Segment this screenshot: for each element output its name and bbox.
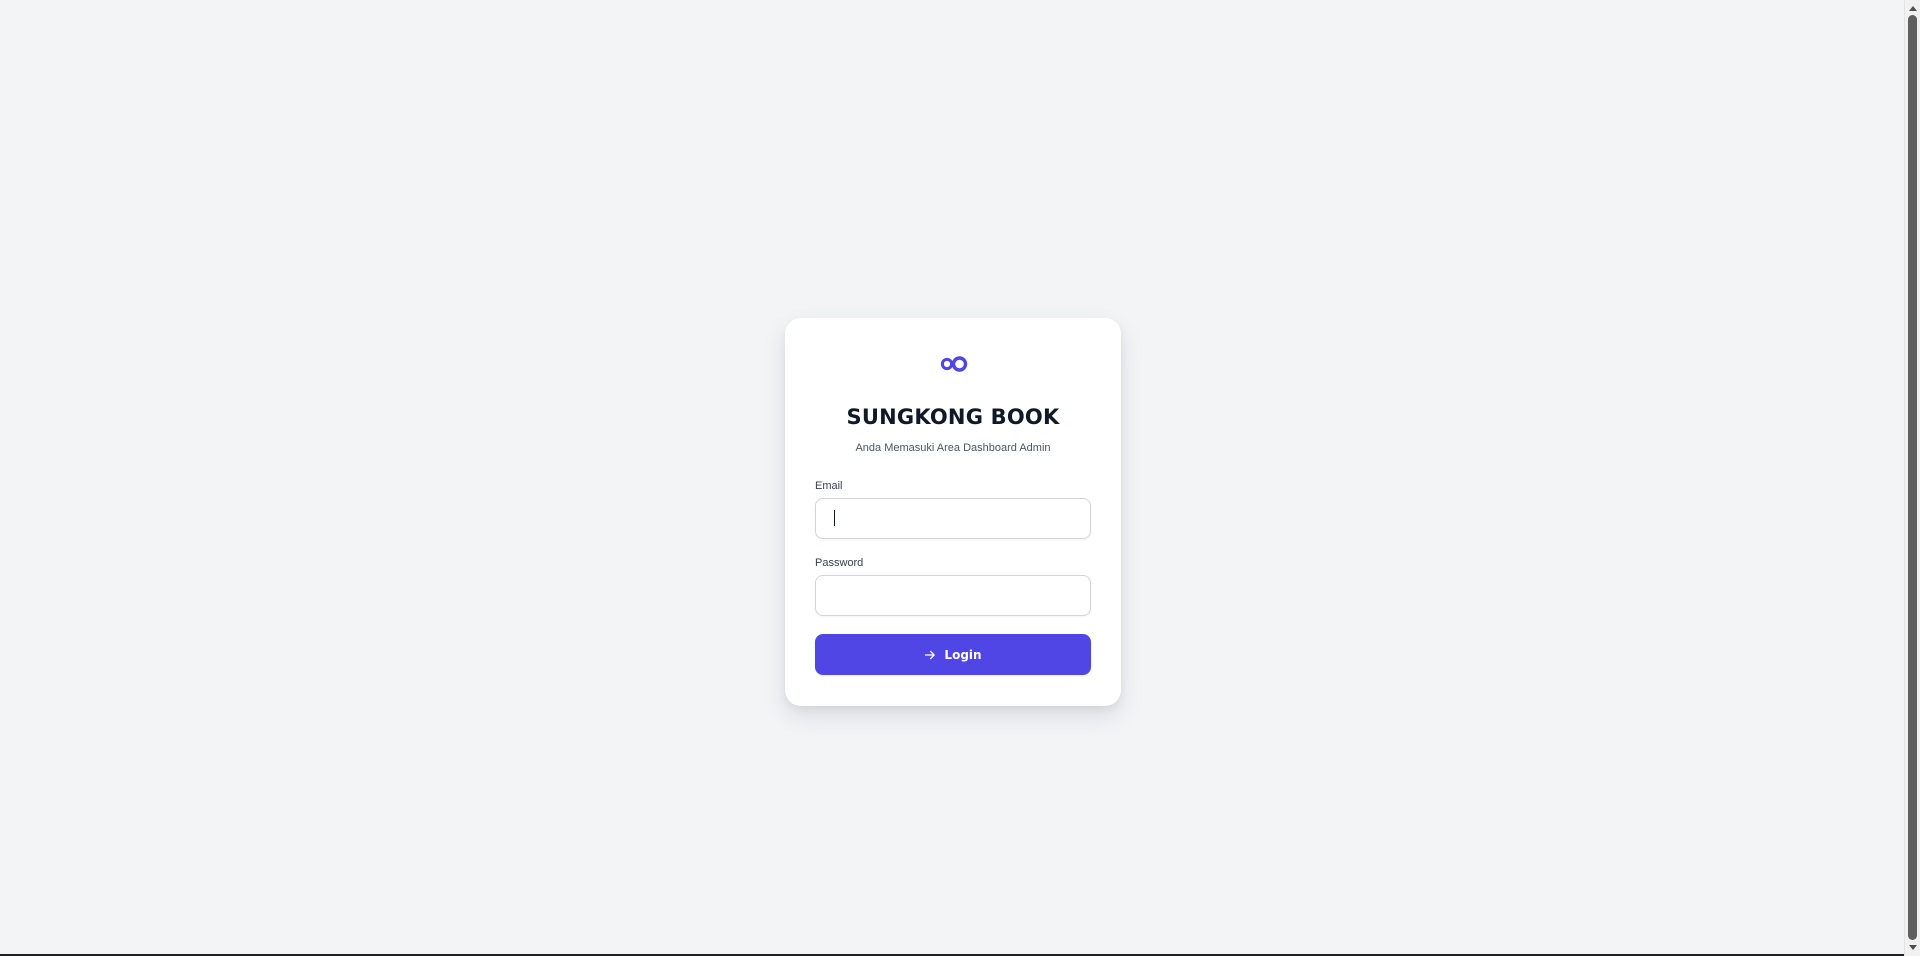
email-field[interactable]	[815, 498, 1091, 539]
infinity-rings-icon	[940, 356, 968, 372]
app-subtitle: Anda Memasuki Area Dashboard Admin	[855, 442, 1051, 454]
password-label: Password	[815, 557, 864, 569]
password-field[interactable]	[815, 575, 1091, 616]
page-background: SUNGKONG BOOK Anda Memasuki Area Dashboa…	[0, 0, 1904, 954]
scroll-up-arrow-icon[interactable]	[1905, 1, 1920, 15]
login-card: SUNGKONG BOOK Anda Memasuki Area Dashboa…	[785, 318, 1121, 706]
app-title: SUNGKONG BOOK	[846, 405, 1060, 429]
vertical-scrollbar[interactable]	[1904, 0, 1920, 956]
text-caret	[834, 510, 835, 526]
scroll-down-arrow-icon[interactable]	[1905, 941, 1920, 955]
arrow-right-icon	[925, 650, 936, 659]
login-button[interactable]: Login	[815, 634, 1091, 675]
scrollbar-thumb[interactable]	[1908, 15, 1917, 940]
email-label: Email	[815, 480, 843, 492]
login-button-label: Login	[944, 647, 982, 662]
